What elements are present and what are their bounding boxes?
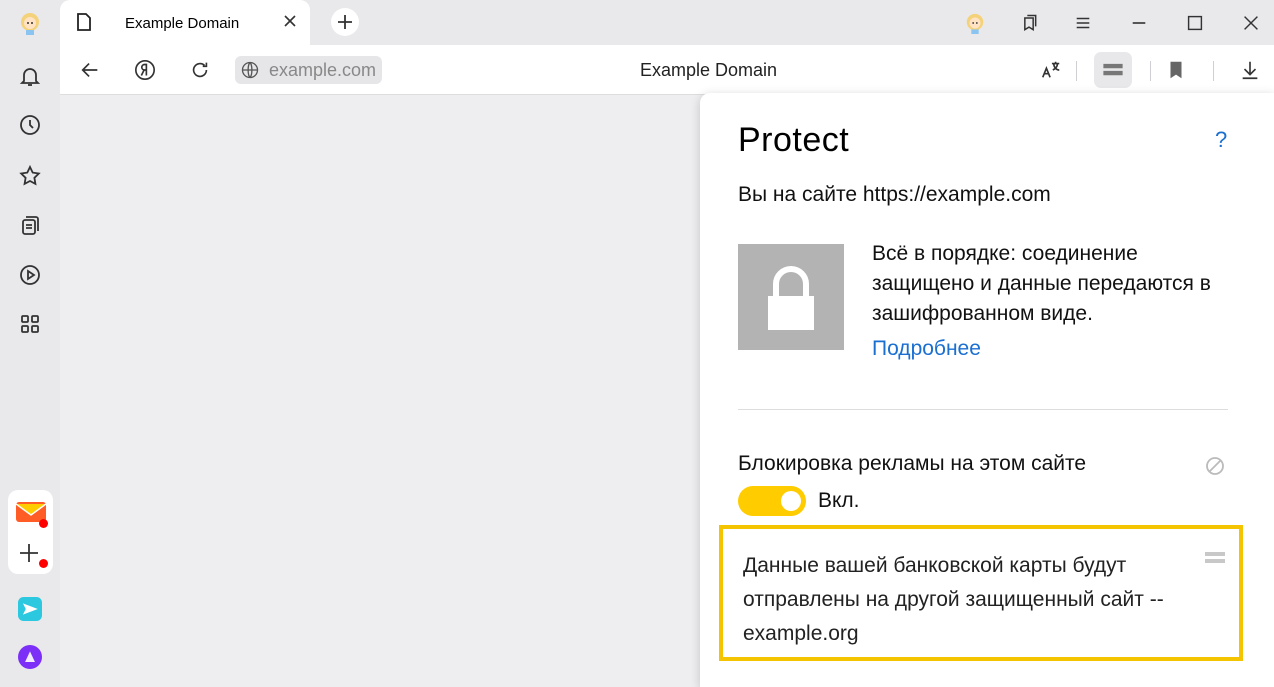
collections-icon[interactable] <box>15 211 45 241</box>
tab-title: Example Domain <box>125 15 240 32</box>
connection-status: Всё в порядке: соединение защищено и дан… <box>872 242 1211 325</box>
clock-icon[interactable] <box>15 110 45 140</box>
lock-icon <box>738 244 844 350</box>
protect-icon[interactable] <box>1094 52 1132 88</box>
alice-icon[interactable] <box>13 640 47 674</box>
play-icon[interactable] <box>15 260 45 290</box>
help-link[interactable]: ? <box>1215 127 1227 153</box>
send-icon[interactable] <box>13 592 47 626</box>
more-link[interactable]: Подробнее <box>872 337 981 361</box>
divider <box>738 409 1228 410</box>
url-text[interactable]: example.com <box>265 56 383 84</box>
ad-block-label: Блокировка рекламы на этом сайте <box>738 452 1087 475</box>
close-icon[interactable] <box>282 13 298 29</box>
profile-avatar-icon[interactable] <box>962 10 988 36</box>
toolbar: example.com Example Domain <box>60 45 1274 95</box>
page-title: Example Domain <box>640 60 778 80</box>
toolbar-separator <box>1213 61 1214 81</box>
plus-notification-dot <box>39 559 48 568</box>
close-window-icon[interactable] <box>1238 10 1264 36</box>
back-icon[interactable] <box>76 56 104 84</box>
minimize-icon[interactable] <box>1126 10 1152 36</box>
download-icon[interactable] <box>1236 56 1264 84</box>
file-icon <box>76 13 92 31</box>
site-info: Вы на сайте https://example.com <box>738 183 1051 206</box>
maximize-icon[interactable] <box>1182 10 1208 36</box>
protect-title: Protect <box>738 121 850 159</box>
sidebar <box>0 0 60 687</box>
translate-icon[interactable] <box>1037 56 1065 84</box>
payment-warning-text: Данные вашей банковской карты будут отпр… <box>743 554 1164 645</box>
mail-notification-dot <box>39 519 48 528</box>
star-icon[interactable] <box>15 161 45 191</box>
new-tab-icon[interactable] <box>331 8 359 36</box>
address-bar[interactable]: example.com <box>235 56 398 84</box>
tab-example-domain[interactable]: Example Domain <box>60 0 310 45</box>
tabs-collections-icon[interactable] <box>1016 10 1042 36</box>
globe-icon[interactable] <box>235 56 265 84</box>
bookmark-icon[interactable] <box>1162 56 1190 84</box>
toolbar-separator <box>1150 61 1151 81</box>
avatar-icon[interactable] <box>15 8 45 38</box>
protect-small-icon <box>1205 551 1225 565</box>
plus-icon[interactable] <box>18 542 40 564</box>
ad-block-icon[interactable] <box>1205 456 1225 476</box>
toggle-knob <box>781 491 801 511</box>
apps-icon[interactable] <box>15 309 45 339</box>
ad-block-toggle[interactable] <box>738 486 806 516</box>
sidebar-services-card <box>8 490 53 574</box>
bell-icon[interactable] <box>15 61 45 91</box>
toolbar-separator <box>1076 61 1077 81</box>
tab-strip: Example Domain <box>60 0 1274 45</box>
ad-block-state: Вкл. <box>818 489 860 512</box>
protect-popup: Protect ? Вы на сайте https://example.co… <box>700 93 1274 687</box>
menu-icon[interactable] <box>1070 10 1096 36</box>
yandex-icon[interactable] <box>131 56 159 84</box>
payment-warning: Данные вашей банковской карты будут отпр… <box>719 525 1243 661</box>
reload-icon[interactable] <box>186 56 214 84</box>
